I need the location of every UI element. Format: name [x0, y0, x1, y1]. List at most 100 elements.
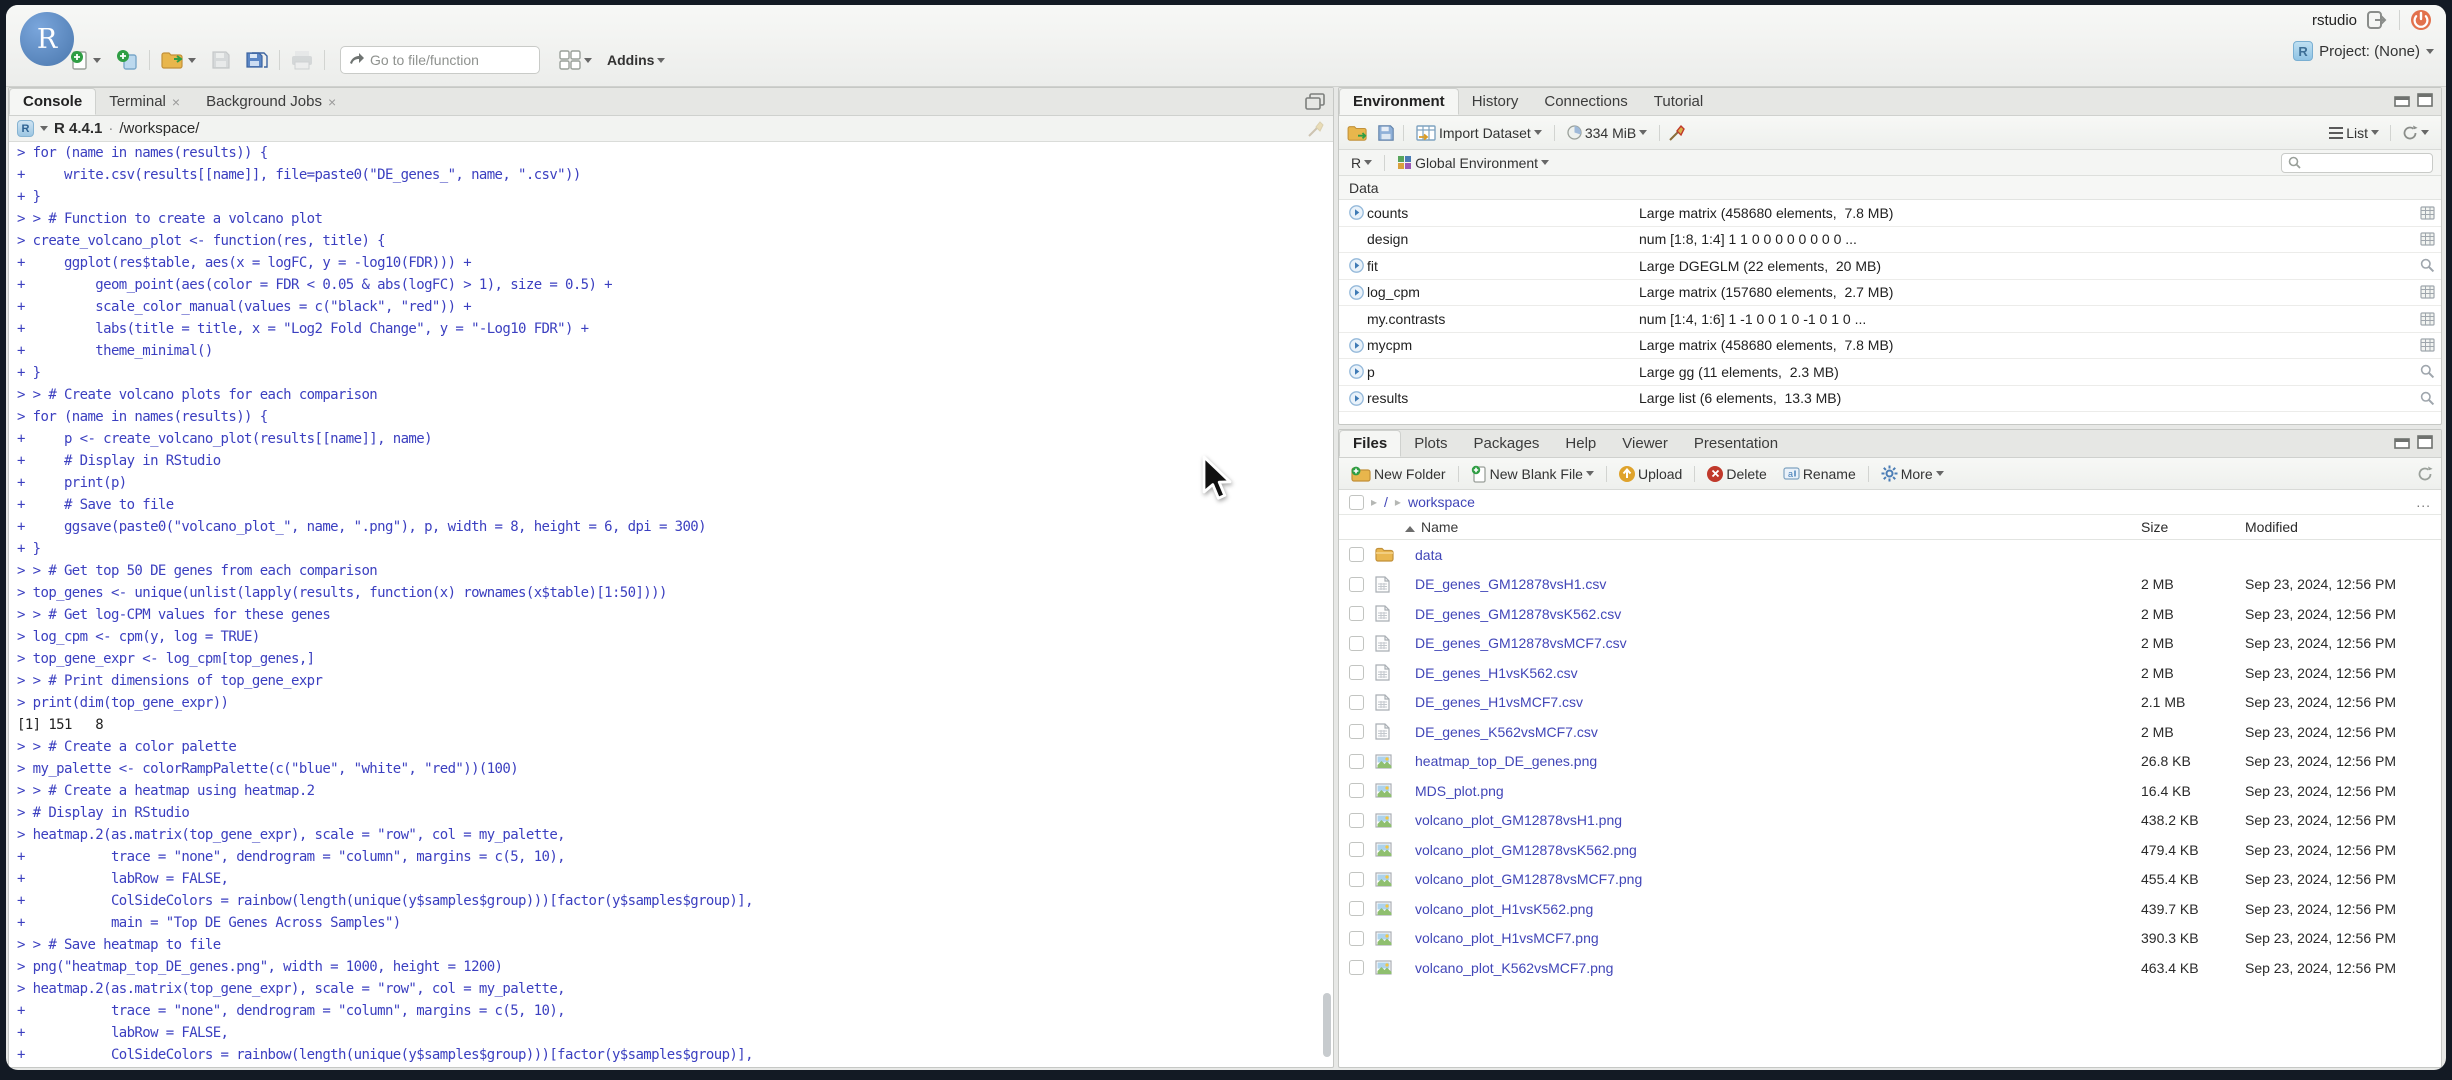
quit-session-icon[interactable] [2410, 9, 2432, 31]
clear-console-icon[interactable] [1307, 120, 1325, 138]
minimize-pane-icon[interactable] [2394, 435, 2410, 449]
file-row[interactable]: DE_genes_K562vsMCF7.csv 2 MB Sep 23, 202… [1339, 717, 2441, 747]
save-workspace-icon[interactable] [1377, 124, 1395, 142]
file-row[interactable]: DE_genes_GM12878vsH1.csv 2 MB Sep 23, 20… [1339, 570, 2441, 600]
file-checkbox[interactable] [1349, 694, 1364, 710]
environment-object-row[interactable]: p Large gg (11 elements, 2.3 MB) [1339, 359, 2441, 386]
files-tab[interactable]: Help [1552, 430, 1609, 457]
view-table-icon[interactable] [2420, 338, 2435, 352]
file-row[interactable]: data [1339, 540, 2441, 570]
file-name-link[interactable]: volcano_plot_GM12878vsMCF7.png [1405, 871, 2141, 887]
file-checkbox[interactable] [1349, 842, 1364, 858]
breadcrumb-more-button[interactable]: ... [2416, 494, 2431, 510]
r-engine-icon[interactable]: R [17, 120, 34, 137]
refresh-files-button[interactable] [2417, 466, 2433, 482]
file-checkbox[interactable] [1349, 665, 1364, 681]
environment-tab[interactable]: Connections [1531, 88, 1640, 115]
goto-file-input[interactable] [370, 52, 520, 68]
column-size[interactable]: Size [2141, 519, 2245, 535]
clear-environment-icon[interactable] [1668, 124, 1686, 142]
column-modified[interactable]: Modified [2245, 519, 2441, 535]
file-row[interactable]: DE_genes_H1vsMCF7.csv 2.1 MB Sep 23, 202… [1339, 688, 2441, 718]
expand-icon[interactable] [1345, 390, 1367, 406]
file-name-link[interactable]: volcano_plot_H1vsMCF7.png [1405, 930, 2141, 946]
view-table-icon[interactable] [2420, 285, 2435, 299]
file-name-link[interactable]: volcano_plot_GM12878vsH1.png [1405, 812, 2141, 828]
file-name-link[interactable]: MDS_plot.png [1405, 783, 2141, 799]
print-button[interactable] [287, 47, 317, 73]
environment-tab[interactable]: Tutorial [1641, 88, 1716, 115]
environment-tab[interactable]: Environment [1339, 88, 1459, 115]
files-tab[interactable]: Packages [1461, 430, 1553, 457]
file-checkbox[interactable] [1349, 576, 1364, 592]
close-icon[interactable]: × [172, 94, 180, 110]
file-name-link[interactable]: volcano_plot_GM12878vsK562.png [1405, 842, 2141, 858]
file-row[interactable]: DE_genes_GM12878vsMCF7.csv 2 MB Sep 23, … [1339, 629, 2441, 659]
view-table-icon[interactable] [2420, 206, 2435, 220]
file-row[interactable]: volcano_plot_GM12878vsK562.png 479.4 KB … [1339, 835, 2441, 865]
files-tab[interactable]: Presentation [1681, 430, 1791, 457]
list-view-button[interactable]: List [2325, 122, 2383, 144]
files-tab[interactable]: Plots [1401, 430, 1460, 457]
environment-object-row[interactable]: my.contrasts num [1:4, 1:6] 1 -1 0 0 1 0… [1339, 306, 2441, 333]
file-row[interactable]: volcano_plot_H1vsK562.png 439.7 KB Sep 2… [1339, 894, 2441, 924]
file-checkbox[interactable] [1349, 783, 1364, 799]
open-file-button[interactable] [157, 47, 200, 73]
file-name-link[interactable]: heatmap_top_DE_genes.png [1405, 753, 2141, 769]
rename-button[interactable]: a Rename [1779, 463, 1860, 485]
more-button[interactable]: More [1877, 462, 1948, 485]
upload-button[interactable]: Upload [1615, 463, 1686, 485]
expand-icon[interactable] [1345, 284, 1367, 300]
console-scrollbar[interactable] [1323, 993, 1331, 1057]
file-name-link[interactable]: DE_genes_K562vsMCF7.csv [1405, 724, 2141, 740]
console-output[interactable]: > for (name in names(results)) {+ write.… [9, 142, 1333, 1067]
file-checkbox[interactable] [1349, 871, 1364, 887]
file-name-link[interactable]: data [1405, 547, 2141, 563]
environment-search[interactable] [2281, 152, 2433, 173]
select-all-checkbox[interactable] [1349, 494, 1364, 510]
environment-object-row[interactable]: design num [1:8, 1:4] 1 1 0 0 0 0 0 0 0 … [1339, 227, 2441, 253]
file-row[interactable]: DE_genes_H1vsK562.csv 2 MB Sep 23, 2024,… [1339, 658, 2441, 688]
file-checkbox[interactable] [1349, 606, 1364, 622]
pane-layout-button[interactable] [555, 47, 596, 73]
file-name-link[interactable]: volcano_plot_K562vsMCF7.png [1405, 960, 2141, 976]
environment-object-row[interactable]: results Large list (6 elements, 13.3 MB) [1339, 386, 2441, 412]
expand-icon[interactable] [1345, 258, 1367, 274]
file-checkbox[interactable] [1349, 960, 1364, 976]
environment-object-row[interactable]: mycpm Large matrix (458680 elements, 7.8… [1339, 333, 2441, 359]
maximize-pane-icon[interactable] [2417, 435, 2433, 449]
working-directory[interactable]: /workspace/ [119, 120, 199, 137]
file-row[interactable]: volcano_plot_K562vsMCF7.png 463.4 KB Sep… [1339, 953, 2441, 983]
file-checkbox[interactable] [1349, 724, 1364, 740]
maximize-pane-icon[interactable] [2417, 93, 2433, 107]
file-checkbox[interactable] [1349, 547, 1364, 563]
file-row[interactable]: volcano_plot_GM12878vsMCF7.png 455.4 KB … [1339, 865, 2441, 895]
file-row[interactable]: heatmap_top_DE_genes.png 26.8 KB Sep 23,… [1339, 747, 2441, 777]
console-tab[interactable]: Background Jobs × [193, 88, 349, 115]
new-blank-file-button[interactable]: New Blank File [1467, 462, 1598, 486]
environment-tab[interactable]: History [1459, 88, 1532, 115]
addins-button[interactable]: Addins [603, 49, 669, 71]
pane-layout-icon[interactable] [1305, 93, 1325, 110]
save-button[interactable] [207, 47, 235, 73]
breadcrumb-root[interactable]: / [1384, 494, 1388, 510]
delete-button[interactable]: Delete [1703, 463, 1770, 485]
inspect-object-icon[interactable] [2420, 364, 2435, 379]
new-project-button[interactable] [112, 46, 142, 74]
sign-out-icon[interactable] [2367, 11, 2389, 29]
files-tab[interactable]: Files [1339, 430, 1402, 457]
file-name-link[interactable]: DE_genes_GM12878vsK562.csv [1405, 606, 2141, 622]
view-table-icon[interactable] [2420, 312, 2435, 326]
file-name-link[interactable]: DE_genes_GM12878vsMCF7.csv [1405, 635, 2141, 651]
file-checkbox[interactable] [1349, 753, 1364, 769]
goto-file-search[interactable] [340, 46, 540, 74]
load-workspace-icon[interactable] [1347, 124, 1369, 142]
minimize-pane-icon[interactable] [2394, 93, 2410, 107]
file-name-link[interactable]: volcano_plot_H1vsK562.png [1405, 901, 2141, 917]
language-selector[interactable]: R [1347, 152, 1376, 174]
file-name-link[interactable]: DE_genes_GM12878vsH1.csv [1405, 576, 2141, 592]
import-dataset-button[interactable]: Import Dataset [1412, 122, 1546, 144]
column-name[interactable]: Name [1405, 519, 2141, 535]
console-tab[interactable]: Console [9, 88, 97, 115]
file-row[interactable]: MDS_plot.png 16.4 KB Sep 23, 2024, 12:56… [1339, 776, 2441, 806]
